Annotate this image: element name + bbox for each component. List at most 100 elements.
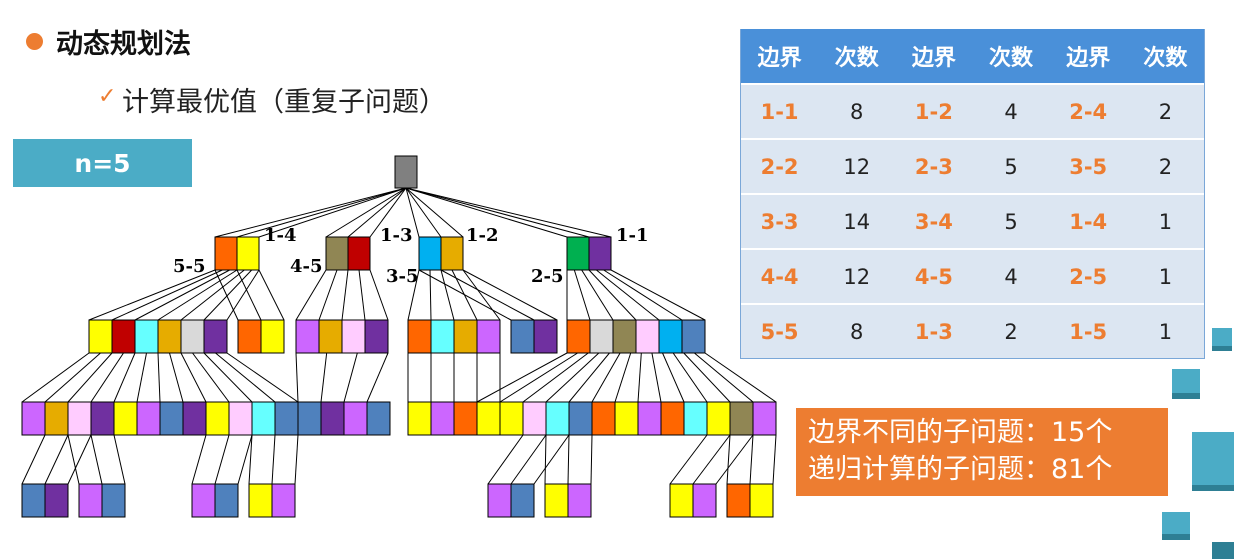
tree-edge <box>203 269 253 321</box>
tree-node-cell <box>637 401 662 436</box>
tree-node-cell <box>134 319 159 354</box>
tree-node-cell <box>325 236 349 271</box>
tree-edge <box>772 434 777 485</box>
tree-edge <box>294 434 299 485</box>
tree-node-cell <box>182 401 207 436</box>
tree-edge <box>596 269 660 321</box>
edge-cell: 3-3 <box>741 193 819 249</box>
tree-edge <box>191 434 207 485</box>
edge-cell: 5-5 <box>741 303 819 358</box>
tree-edge <box>271 434 276 485</box>
tree-edge <box>226 269 260 321</box>
table-header-cell: 边界 <box>741 29 819 84</box>
table-header-cell: 边界 <box>1049 29 1127 84</box>
tree-edge <box>522 352 589 403</box>
tree-node-cell <box>90 401 115 436</box>
tree-edge <box>588 269 637 321</box>
tree-edge <box>157 352 161 403</box>
tree-edge <box>637 352 642 403</box>
tree-node-cell <box>67 401 92 436</box>
count-cell: 14 <box>818 193 896 249</box>
tree-label: 1-3 <box>380 225 413 246</box>
tree-node-cell <box>589 319 614 354</box>
tree-edge <box>567 434 570 485</box>
decor-cube <box>1192 432 1234 491</box>
tree-edge <box>214 434 230 485</box>
tree-node-cell <box>364 319 389 354</box>
tree-edge <box>704 352 777 403</box>
tree-node-cell <box>205 401 230 436</box>
tree-node-cell <box>706 401 731 436</box>
tree-edge <box>67 434 80 485</box>
count-cell: 1 <box>1126 248 1204 304</box>
edge-cell: 2-3 <box>895 138 973 194</box>
tree-node-cell <box>251 401 276 436</box>
tree-node-cell <box>214 236 238 271</box>
tree-node-cell <box>726 483 751 518</box>
tree-node-cell <box>476 401 501 436</box>
tree-label: 1-4 <box>264 225 297 246</box>
tree-node-cell <box>430 319 455 354</box>
tree-edge <box>134 269 230 321</box>
tree-node-cell <box>271 483 296 518</box>
tree-edge <box>21 434 46 485</box>
tree-edge <box>715 434 754 485</box>
count-cell: 1 <box>1126 193 1204 249</box>
table-header-cell: 边界 <box>895 29 973 84</box>
table-header-row: 边界 次数 边界 次数 边界 次数 <box>741 29 1204 84</box>
tree-edge <box>136 352 147 403</box>
count-cell: 1 <box>1126 303 1204 358</box>
tree-node-cell <box>544 483 569 518</box>
tree-edge <box>405 187 612 238</box>
tree-node-cell <box>635 319 660 354</box>
decor-cube <box>1162 512 1190 540</box>
tree-node-cell <box>341 319 366 354</box>
tree-node-cell <box>228 401 253 436</box>
tree-edge <box>440 269 535 321</box>
table-row: 3-3 14 3-4 5 1-4 1 <box>741 193 1204 249</box>
tree-node-cell <box>430 401 455 436</box>
tree-edge <box>258 269 285 321</box>
count-cell: 8 <box>818 83 896 139</box>
edge-cell: 2-2 <box>741 138 819 194</box>
tree-edge <box>358 269 366 321</box>
tree-edge <box>90 352 124 403</box>
tree-edge <box>366 352 389 403</box>
tree-edge <box>320 352 328 403</box>
tree-node-cell <box>157 319 182 354</box>
summary-note: 边界不同的子问题：15个 递归计算的子问题：81个 <box>796 408 1168 496</box>
decor-cube <box>1212 328 1232 351</box>
tree-label: 1-1 <box>616 225 649 246</box>
count-cell: 4 <box>972 248 1050 304</box>
tree-node-cell <box>295 319 320 354</box>
tree-edge <box>88 269 216 321</box>
tree-node-cell <box>752 401 777 436</box>
tree-edge <box>418 269 512 321</box>
tree-node-cell <box>660 401 685 436</box>
tree-node-cell <box>567 483 592 518</box>
tree-node-cell <box>237 319 262 354</box>
count-cell: 2 <box>972 303 1050 358</box>
count-table: 边界 次数 边界 次数 边界 次数 1-1 8 1-2 4 2-4 2 2-2 12 2-3 5 3-5 2 3-… <box>740 29 1205 359</box>
tree-edge <box>44 352 101 403</box>
tree-edge <box>113 434 126 485</box>
tree-node-cell <box>136 401 161 436</box>
tree-node-cell <box>453 401 478 436</box>
note-line-2: 递归计算的子问题：81个 <box>808 454 1113 485</box>
tree-node-cell <box>44 483 69 518</box>
tree-node-cell <box>453 319 478 354</box>
edge-cell: 3-5 <box>1049 138 1127 194</box>
tree-node-cell <box>476 319 501 354</box>
tree-node-cell <box>320 401 345 436</box>
edge-cell: 2-5 <box>1049 248 1127 304</box>
tree-node-cell <box>44 401 69 436</box>
tree-edge <box>533 434 570 485</box>
tree-node-cell <box>669 483 694 518</box>
tree-node-cell <box>113 401 138 436</box>
table-row: 5-5 8 1-3 2 1-5 1 <box>741 303 1204 358</box>
tree-edge <box>610 269 706 321</box>
tree-edge <box>67 434 92 485</box>
tree-edge <box>487 434 524 485</box>
tree-label: 5-5 <box>173 256 206 277</box>
tree-label: 3-5 <box>386 266 419 287</box>
